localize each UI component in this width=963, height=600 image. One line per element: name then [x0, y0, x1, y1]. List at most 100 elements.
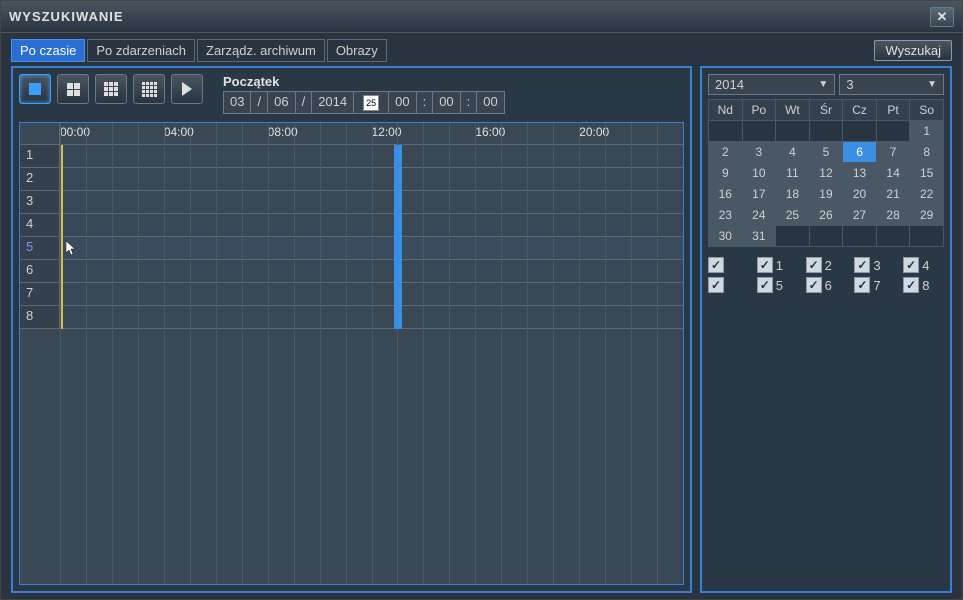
calendar-day-9[interactable]: 9	[709, 163, 743, 184]
calendar-picker-button[interactable]: 25	[354, 92, 389, 113]
month-value: 3	[846, 77, 853, 92]
row-track[interactable]	[60, 283, 683, 305]
calendar-day-15[interactable]: 15	[910, 163, 944, 184]
check-ch-3[interactable]: ✓3	[854, 257, 895, 273]
view-4x4-button[interactable]	[133, 74, 165, 104]
timeline-row-6[interactable]: 6	[20, 260, 683, 283]
row-track[interactable]	[60, 214, 683, 236]
timeline-row-1[interactable]: 1	[20, 145, 683, 168]
calendar-day-26[interactable]: 26	[809, 205, 843, 226]
date-year[interactable]: 2014	[312, 92, 354, 113]
calendar-day-6[interactable]: 6	[843, 142, 877, 163]
calendar-day-27[interactable]: 27	[843, 205, 877, 226]
calendar-day-24[interactable]: 24	[742, 205, 776, 226]
time-label: 04:00	[164, 125, 194, 139]
calendar-day-10[interactable]: 10	[742, 163, 776, 184]
timeline-playhead[interactable]	[394, 145, 402, 329]
dow-header: Cz	[843, 100, 877, 121]
check-label: 2	[825, 258, 832, 273]
check-row-2: ✓ ✓5 ✓6 ✓7 ✓8	[708, 277, 944, 293]
search-button[interactable]: Wyszukaj	[874, 40, 952, 61]
tab-time[interactable]: Po czasie	[11, 39, 85, 62]
timeline-row-3[interactable]: 3	[20, 191, 683, 214]
check-ch-8[interactable]: ✓8	[903, 277, 944, 293]
calendar-day-13[interactable]: 13	[843, 163, 877, 184]
time-label: 12:00	[372, 125, 402, 139]
calendar-day-2[interactable]: 2	[709, 142, 743, 163]
check-ch-7[interactable]: ✓7	[854, 277, 895, 293]
calendar-day-3[interactable]: 3	[742, 142, 776, 163]
main-area: Początek 03 / 06 / 2014 25 00 : 00 :	[11, 66, 952, 593]
timeline-row-7[interactable]: 7	[20, 283, 683, 306]
calendar-day-11[interactable]: 11	[776, 163, 810, 184]
view-3x3-button[interactable]	[95, 74, 127, 104]
calendar-day-18[interactable]: 18	[776, 184, 810, 205]
calendar-day-8[interactable]: 8	[910, 142, 944, 163]
calendar-day-14[interactable]: 14	[876, 163, 910, 184]
chevron-down-icon: ▼	[818, 79, 828, 90]
check-ch-1[interactable]: ✓1	[757, 257, 798, 273]
timeline-row-2[interactable]: 2	[20, 168, 683, 191]
checkbox-icon: ✓	[806, 257, 822, 273]
calendar-day-16[interactable]: 16	[709, 184, 743, 205]
calendar-day-17[interactable]: 17	[742, 184, 776, 205]
play-button[interactable]	[171, 74, 203, 104]
time-ss[interactable]: 00	[477, 92, 503, 113]
timeline-row-4[interactable]: 4	[20, 214, 683, 237]
tabs: Po czasie Po zdarzeniach Zarządz. archiw…	[11, 39, 387, 62]
row-track[interactable]	[60, 237, 683, 259]
month-select[interactable]: 3 ▼	[839, 74, 944, 95]
dow-header: Nd	[709, 100, 743, 121]
check-all[interactable]: ✓	[708, 277, 749, 293]
check-ch-5[interactable]: ✓5	[757, 277, 798, 293]
check-all[interactable]: ✓	[708, 257, 749, 273]
calendar-day-31[interactable]: 31	[742, 226, 776, 247]
calendar-day-25[interactable]: 25	[776, 205, 810, 226]
checkbox-icon: ✓	[903, 277, 919, 293]
row-track[interactable]	[60, 260, 683, 282]
check-label: 1	[776, 258, 783, 273]
view-1x1-button[interactable]	[19, 74, 51, 104]
time-hh[interactable]: 00	[389, 92, 416, 113]
calendar-day-4[interactable]: 4	[776, 142, 810, 163]
date-month[interactable]: 06	[268, 92, 295, 113]
calendar-day-29[interactable]: 29	[910, 205, 944, 226]
timeline[interactable]: 00:0004:0008:0012:0016:0020:00 12345678	[19, 122, 684, 585]
calendar-day-23[interactable]: 23	[709, 205, 743, 226]
calendar-day-28[interactable]: 28	[876, 205, 910, 226]
row-track[interactable]	[60, 145, 683, 167]
timeline-start-marker	[61, 145, 63, 329]
calendar-day-21[interactable]: 21	[876, 184, 910, 205]
year-select[interactable]: 2014 ▼	[708, 74, 835, 95]
tab-archive[interactable]: Zarządz. archiwum	[197, 39, 325, 62]
view-2x2-button[interactable]	[57, 74, 89, 104]
view-buttons	[19, 74, 203, 104]
check-ch-2[interactable]: ✓2	[806, 257, 847, 273]
datetime-input[interactable]: 03 / 06 / 2014 25 00 : 00 : 00	[223, 91, 505, 114]
calendar-day-30[interactable]: 30	[709, 226, 743, 247]
row-track[interactable]	[60, 306, 683, 328]
calendar-day-5[interactable]: 5	[809, 142, 843, 163]
toolbar: Początek 03 / 06 / 2014 25 00 : 00 :	[19, 74, 684, 114]
timeline-rows: 12345678	[20, 145, 683, 329]
calendar-day-22[interactable]: 22	[910, 184, 944, 205]
calendar-day-12[interactable]: 12	[809, 163, 843, 184]
timeline-row-5[interactable]: 5	[20, 237, 683, 260]
timeline-row-8[interactable]: 8	[20, 306, 683, 329]
check-ch-6[interactable]: ✓6	[806, 277, 847, 293]
calendar-day-19[interactable]: 19	[809, 184, 843, 205]
check-label: 3	[873, 258, 880, 273]
close-button[interactable]: ✕	[930, 7, 954, 27]
row-track[interactable]	[60, 168, 683, 190]
calendar-day-7[interactable]: 7	[876, 142, 910, 163]
checkbox-icon: ✓	[757, 257, 773, 273]
calendar-day-20[interactable]: 20	[843, 184, 877, 205]
time-mm[interactable]: 00	[433, 92, 460, 113]
date-day[interactable]: 03	[224, 92, 251, 113]
tab-events[interactable]: Po zdarzeniach	[87, 39, 195, 62]
calendar-day-1[interactable]: 1	[910, 121, 944, 142]
window-body: Po czasie Po zdarzeniach Zarządz. archiw…	[1, 33, 962, 599]
row-track[interactable]	[60, 191, 683, 213]
tab-images[interactable]: Obrazy	[327, 39, 387, 62]
check-ch-4[interactable]: ✓4	[903, 257, 944, 273]
